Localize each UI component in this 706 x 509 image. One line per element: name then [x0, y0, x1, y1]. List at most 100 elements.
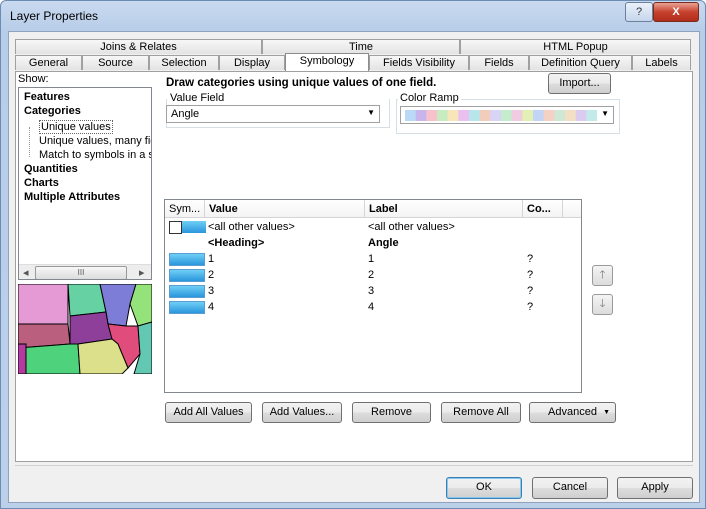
- tab-symbology[interactable]: Symbology: [285, 53, 369, 71]
- import-button[interactable]: Import...: [548, 73, 611, 94]
- remove-all-button[interactable]: Remove All: [441, 402, 521, 423]
- move-up-arrow-icon[interactable]: 🡑: [592, 265, 613, 286]
- row-value: 4: [208, 301, 215, 313]
- window-title: Layer Properties: [10, 9, 99, 23]
- help-button[interactable]: ?: [625, 2, 653, 22]
- tab-fields[interactable]: Fields: [469, 55, 529, 70]
- tab-joins-relates[interactable]: Joins & Relates: [15, 39, 262, 54]
- ramp-color-segment: [554, 110, 566, 121]
- row-value: <Heading>: [208, 237, 265, 249]
- row-value: 3: [208, 285, 215, 297]
- column-header-symbol[interactable]: Sym...: [165, 200, 205, 218]
- tab-selection[interactable]: Selection: [149, 55, 219, 70]
- ramp-color-segment: [405, 110, 417, 121]
- apply-button[interactable]: Apply: [617, 477, 693, 499]
- ramp-color-segment: [458, 110, 470, 121]
- symbology-heading: Draw categories using unique values of o…: [166, 77, 437, 89]
- ramp-color-segment: [415, 110, 427, 121]
- close-button[interactable]: X: [653, 2, 699, 22]
- table-row[interactable]: 4 4 ?: [165, 300, 581, 316]
- symbol-swatch[interactable]: [169, 269, 205, 282]
- tab-html-popup[interactable]: HTML Popup: [460, 39, 691, 54]
- move-down-arrow-icon[interactable]: 🡓: [592, 294, 613, 315]
- tab-labels[interactable]: Labels: [632, 55, 691, 70]
- tree-item-categories[interactable]: Categories: [24, 105, 81, 117]
- column-header-value[interactable]: Value: [205, 200, 365, 218]
- value-field-combo[interactable]: Angle ▼: [166, 105, 380, 123]
- row-label: 3: [368, 285, 375, 297]
- tree-horizontal-scrollbar[interactable]: ◂ III ▸: [19, 264, 151, 279]
- symbology-preview-map: [18, 284, 152, 374]
- tree-connector: [29, 127, 31, 157]
- ramp-color-segment: [522, 110, 534, 121]
- add-all-values-button[interactable]: Add All Values: [165, 402, 252, 423]
- unique-values-list[interactable]: Sym... Value Label Co... <all other valu…: [164, 199, 582, 393]
- table-row[interactable]: <Heading> Angle: [165, 236, 581, 252]
- checkbox-icon[interactable]: [169, 221, 182, 234]
- table-row[interactable]: 2 2 ?: [165, 268, 581, 284]
- ok-button[interactable]: OK: [446, 477, 522, 499]
- scroll-thumb[interactable]: III: [35, 266, 127, 279]
- symbol-swatch[interactable]: [182, 221, 206, 233]
- symbol-swatch[interactable]: [169, 285, 205, 298]
- column-header-count[interactable]: Co...: [523, 200, 563, 218]
- row-count: ?: [527, 253, 534, 265]
- dialog-client-area: Joins & Relates Time HTML Popup General …: [8, 31, 700, 503]
- ramp-color-segment: [533, 110, 545, 121]
- tab-time[interactable]: Time: [262, 39, 460, 54]
- chevron-down-icon: ▼: [603, 409, 610, 416]
- row-count: ?: [527, 269, 534, 281]
- tab-fields-visibility[interactable]: Fields Visibility: [369, 55, 469, 70]
- advanced-label: Advanced: [548, 406, 597, 418]
- tree-item-match-to-symbols[interactable]: Match to symbols in a sty: [39, 149, 151, 161]
- tab-definition-query[interactable]: Definition Query: [529, 55, 632, 70]
- tree-item-multiple-attributes[interactable]: Multiple Attributes: [24, 191, 120, 203]
- tree-item-quantities[interactable]: Quantities: [24, 163, 78, 175]
- column-header-label[interactable]: Label: [365, 200, 523, 218]
- ramp-color-segment: [586, 110, 597, 121]
- ramp-color-segment: [437, 110, 449, 121]
- tree-item-features[interactable]: Features: [24, 91, 70, 103]
- add-values-button[interactable]: Add Values...: [262, 402, 342, 423]
- row-label: 2: [368, 269, 375, 281]
- chevron-down-icon[interactable]: ▼: [601, 109, 609, 118]
- row-value: 2: [208, 269, 215, 281]
- row-value: 1: [208, 253, 215, 265]
- column-header-filler: [563, 200, 581, 218]
- color-ramp-label: Color Ramp: [398, 92, 461, 104]
- tab-general[interactable]: General: [15, 55, 82, 70]
- scroll-right-icon[interactable]: ▸: [139, 266, 145, 279]
- cancel-button[interactable]: Cancel: [532, 477, 608, 499]
- symbol-swatch[interactable]: [169, 253, 205, 266]
- tab-row-lower: General Source Selection Display Symbolo…: [15, 53, 691, 71]
- row-value: <all other values>: [208, 221, 295, 233]
- ramp-color-segment: [575, 110, 587, 121]
- show-tree[interactable]: Features Categories Unique values Unique…: [18, 87, 152, 280]
- chevron-down-icon[interactable]: ▼: [367, 108, 375, 117]
- tree-item-unique-values-many-fields[interactable]: Unique values, many fiel: [39, 135, 151, 147]
- ramp-color-segment: [511, 110, 523, 121]
- advanced-button[interactable]: Advanced ▼: [529, 402, 616, 423]
- tab-display[interactable]: Display: [219, 55, 285, 70]
- remove-button[interactable]: Remove: [352, 402, 431, 423]
- table-row[interactable]: <all other values> <all other values>: [165, 220, 581, 236]
- symbol-swatch[interactable]: [169, 301, 205, 314]
- layer-properties-window: Layer Properties ? X Joins & Relates Tim…: [0, 0, 706, 509]
- table-row[interactable]: 3 3 ?: [165, 284, 581, 300]
- ramp-color-segment: [447, 110, 459, 121]
- tab-source[interactable]: Source: [82, 55, 149, 70]
- table-row[interactable]: 1 1 ?: [165, 252, 581, 268]
- scroll-left-icon[interactable]: ◂: [23, 266, 29, 279]
- title-bar[interactable]: Layer Properties ? X: [1, 1, 705, 31]
- show-label: Show:: [18, 73, 49, 85]
- tree-item-unique-values[interactable]: Unique values: [39, 120, 113, 134]
- ramp-color-segment: [565, 110, 577, 121]
- symbology-panel: Show: Features Categories Unique values …: [15, 71, 693, 462]
- value-field-label: Value Field: [168, 92, 227, 104]
- ramp-color-segment: [426, 110, 438, 121]
- ramp-color-segment: [469, 110, 481, 121]
- tree-item-charts[interactable]: Charts: [24, 177, 59, 189]
- row-count: ?: [527, 285, 534, 297]
- value-field-value: Angle: [171, 108, 200, 120]
- color-ramp-combo[interactable]: ▼: [400, 106, 614, 124]
